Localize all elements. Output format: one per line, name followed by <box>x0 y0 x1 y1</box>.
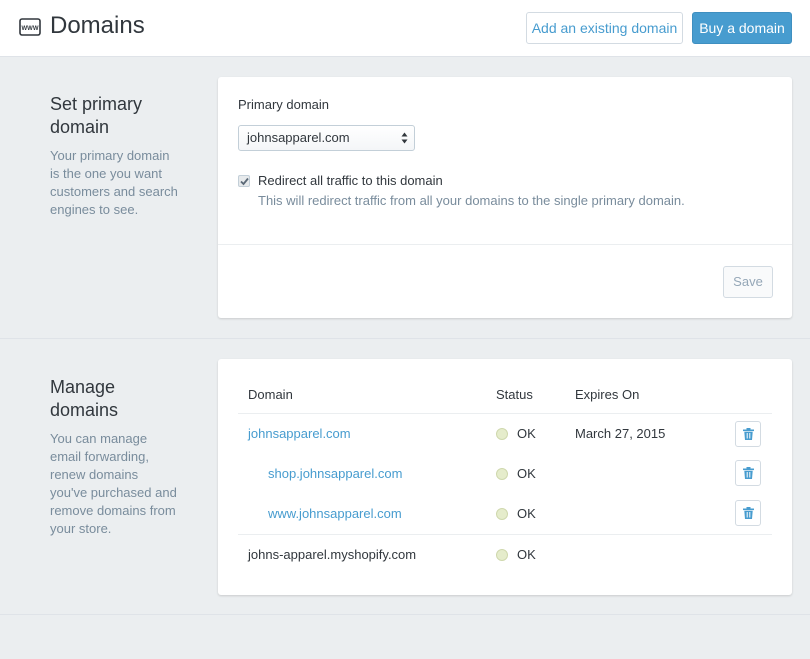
table-header-divider <box>238 413 772 414</box>
redirect-checkbox[interactable] <box>238 175 250 187</box>
buy-domain-button[interactable]: Buy a domain <box>692 12 792 44</box>
table-row-divider <box>238 534 772 535</box>
select-arrows-icon <box>401 132 408 144</box>
column-header-status: Status <box>496 387 533 402</box>
trash-icon <box>743 507 754 519</box>
primary-domain-select[interactable]: johnsapparel.com <box>238 125 415 151</box>
section-divider <box>0 338 810 339</box>
manage-section-description: You can manage email forwarding, renew d… <box>50 431 177 536</box>
delete-domain-button[interactable] <box>735 421 761 447</box>
status-ok-icon <box>496 549 508 561</box>
column-header-domain: Domain <box>248 387 293 402</box>
status-ok-icon <box>496 468 508 480</box>
status-ok-icon <box>496 428 508 440</box>
trash-icon <box>743 428 754 440</box>
manage-domains-card: Domain Status Expires On johnsapparel.co… <box>218 359 792 595</box>
delete-domain-button[interactable] <box>735 500 761 526</box>
primary-domain-label: Primary domain <box>238 97 330 112</box>
domain-link[interactable]: shop.johnsapparel.com <box>268 466 402 481</box>
page-title: Domains <box>50 12 145 39</box>
save-button[interactable]: Save <box>723 266 773 298</box>
primary-domain-select-value: johnsapparel.com <box>247 130 350 145</box>
expires-date: March 27, 2015 <box>575 426 666 441</box>
checkmark-icon <box>240 177 249 186</box>
www-icon: WWW <box>19 18 41 36</box>
primary-domain-card: Primary domain johnsapparel.com Redirect… <box>218 77 792 318</box>
delete-domain-button[interactable] <box>735 460 761 486</box>
status-text: OK <box>517 426 536 441</box>
domain-name: johns-apparel.myshopify.com <box>248 547 417 562</box>
column-header-expires: Expires On <box>575 387 640 402</box>
svg-text:WWW: WWW <box>22 26 39 32</box>
status-text: OK <box>517 466 536 481</box>
status-ok-icon <box>496 508 508 520</box>
domain-link[interactable]: www.johnsapparel.com <box>268 506 402 521</box>
redirect-label: Redirect all traffic to this domain <box>258 173 443 188</box>
status-text: OK <box>517 506 536 521</box>
trash-icon <box>743 467 754 479</box>
manage-section-title: Manage domains <box>50 377 119 420</box>
primary-section-title: Set primary domain <box>50 94 143 137</box>
top-bar: WWW Domains Add an existing domain Buy a… <box>0 0 810 57</box>
primary-section-description: Your primary domain is the one you want … <box>50 148 178 217</box>
add-existing-domain-button[interactable]: Add an existing domain <box>526 12 683 44</box>
status-text: OK <box>517 547 536 562</box>
domain-link[interactable]: johnsapparel.com <box>248 426 351 441</box>
redirect-help-text: This will redirect traffic from all your… <box>258 193 685 208</box>
card-divider <box>218 244 792 245</box>
section-divider <box>0 614 810 615</box>
